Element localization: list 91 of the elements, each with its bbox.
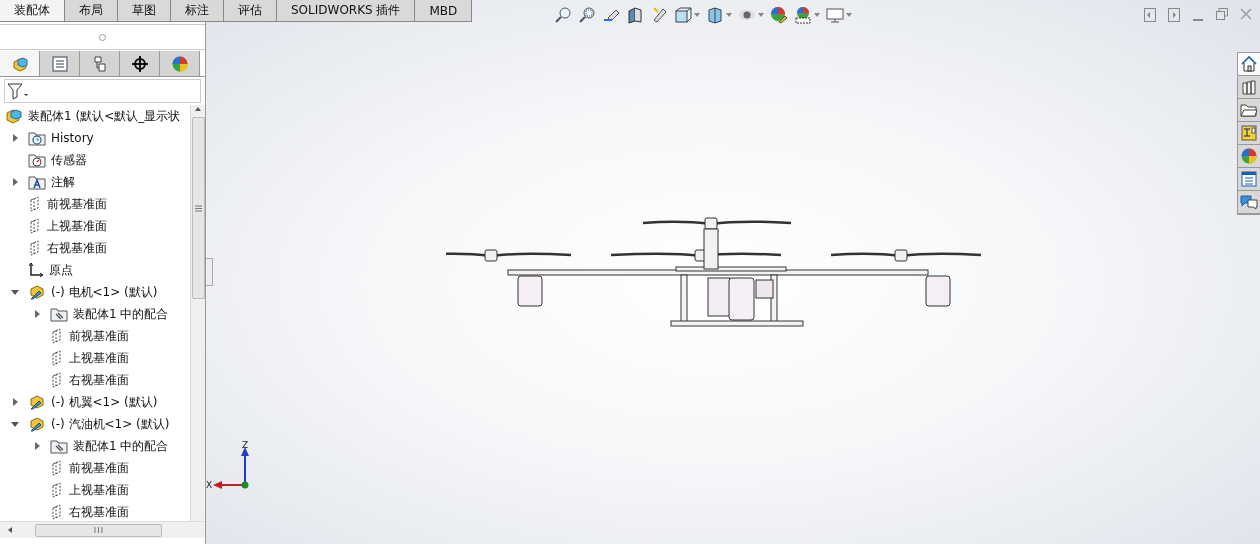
task-pane-tab[interactable]	[1238, 99, 1260, 122]
dynamic-annotation-icon[interactable]	[650, 6, 668, 24]
z-axis-label: Z	[242, 440, 249, 450]
x-axis-label: X	[206, 480, 213, 490]
zoom-area-icon[interactable]	[578, 6, 596, 24]
grip-icon	[194, 204, 202, 212]
appearance-icon	[1240, 147, 1258, 165]
dropdown-caret-icon[interactable]	[694, 13, 700, 17]
edit-appearance-icon[interactable]	[770, 6, 788, 24]
tree-item-label[interactable]: 右视基准面	[47, 239, 107, 257]
tree-item-label[interactable]: 注解	[51, 173, 75, 191]
tree-item-label[interactable]: (-) 电机<1> (默认)	[51, 283, 158, 301]
properties-icon	[1240, 170, 1258, 188]
restore-icon[interactable]	[1216, 8, 1228, 20]
plane-icon	[50, 504, 64, 520]
annotation-folder-icon	[28, 174, 46, 190]
monitor-icon[interactable]	[826, 6, 844, 24]
forum-icon	[1240, 193, 1258, 211]
task-pane-tab[interactable]	[1238, 76, 1260, 99]
tree-item-label[interactable]: 上视基准面	[69, 349, 129, 367]
view-orientation-icon[interactable]	[674, 6, 692, 24]
property-icon	[50, 54, 69, 73]
mates-folder-icon	[50, 438, 68, 454]
display-style-icon[interactable]	[706, 6, 724, 24]
task-pane-tab[interactable]	[1238, 191, 1260, 214]
task-pane-tab[interactable]	[1238, 122, 1260, 145]
mates-folder-icon	[50, 306, 68, 322]
plane-icon	[50, 350, 64, 366]
tree-item-label[interactable]: History	[51, 131, 94, 145]
tree-item-label[interactable]: 前视基准面	[47, 195, 107, 213]
panel-right-icon[interactable]	[1168, 8, 1180, 22]
panel-left-icon[interactable]	[1144, 8, 1156, 22]
tree-item-label[interactable]: 前视基准面	[69, 459, 129, 477]
apply-scene-icon[interactable]	[794, 6, 812, 24]
tree-item-label[interactable]: 装配体1 中的配合	[73, 437, 169, 455]
tree-item-label[interactable]: (-) 机翼<1> (默认)	[51, 393, 158, 411]
display-icon	[170, 54, 189, 73]
scroll-up-icon[interactable]	[194, 105, 202, 113]
dropdown-caret-icon[interactable]	[758, 13, 764, 17]
sensor-folder-icon	[28, 152, 46, 168]
vertical-scrollbar[interactable]	[190, 105, 205, 521]
task-pane-tab[interactable]	[1238, 168, 1260, 191]
collapse-arrow-icon[interactable]	[32, 309, 42, 319]
collapse-arrow-icon[interactable]	[10, 177, 20, 187]
section-view-icon[interactable]	[626, 6, 644, 24]
collapse-arrow-icon[interactable]	[10, 133, 20, 143]
palette-icon	[1240, 124, 1258, 142]
zoom-to-fit-icon[interactable]	[554, 6, 572, 24]
folder-icon	[1240, 101, 1258, 119]
tree-item-label[interactable]: 装配体1 (默认<默认_显示状	[28, 107, 181, 125]
plane-icon	[50, 372, 64, 388]
target-icon	[130, 54, 149, 73]
task-pane-tab[interactable]	[1238, 53, 1260, 76]
filter-icon[interactable]	[7, 82, 29, 100]
dropdown-caret-icon[interactable]	[726, 13, 732, 17]
collapse-arrow-icon[interactable]	[32, 441, 42, 451]
part-icon	[28, 394, 46, 410]
plane-icon	[28, 240, 42, 256]
plane-icon	[28, 218, 42, 234]
dropdown-caret-icon[interactable]	[814, 13, 820, 17]
dropdown-caret-icon[interactable]	[846, 13, 852, 17]
ribbon-tab[interactable]: 装配体	[0, 0, 65, 21]
horizontal-scrollbar[interactable]	[0, 521, 205, 538]
collapse-arrow-icon[interactable]	[10, 397, 20, 407]
feature-icon	[10, 54, 29, 73]
tree-item-label[interactable]: 右视基准面	[69, 371, 129, 389]
tree-item-label[interactable]: 装配体1 中的配合	[73, 305, 169, 323]
tree-item-label[interactable]: 上视基准面	[47, 217, 107, 235]
triad-axes-drawing	[213, 447, 249, 489]
tree-item-label[interactable]: 前视基准面	[69, 327, 129, 345]
tree-item-label[interactable]: 原点	[49, 261, 73, 279]
origin-icon	[28, 262, 44, 278]
plane-icon	[50, 460, 64, 476]
plane-icon	[28, 196, 42, 212]
grip-icon	[94, 527, 103, 533]
tree-item-label[interactable]: 传感器	[51, 151, 87, 169]
tree-item-label[interactable]: 右视基准面	[69, 503, 129, 521]
plane-icon	[50, 328, 64, 344]
tree-item-label[interactable]: 上视基准面	[69, 481, 129, 499]
expand-arrow-icon[interactable]	[10, 287, 20, 297]
task-pane-tab[interactable]	[1238, 145, 1260, 168]
part-icon	[28, 416, 46, 432]
tree-item-label[interactable]: (-) 汽油机<1> (默认)	[51, 415, 170, 433]
home-icon	[1240, 55, 1258, 73]
library-icon	[1240, 78, 1258, 96]
plane-icon	[50, 482, 64, 498]
panel-tab[interactable]	[120, 51, 160, 76]
expand-arrow-icon[interactable]	[10, 419, 20, 429]
part-icon	[28, 284, 46, 300]
assembly-icon	[5, 108, 23, 124]
history-folder-icon	[28, 130, 46, 146]
